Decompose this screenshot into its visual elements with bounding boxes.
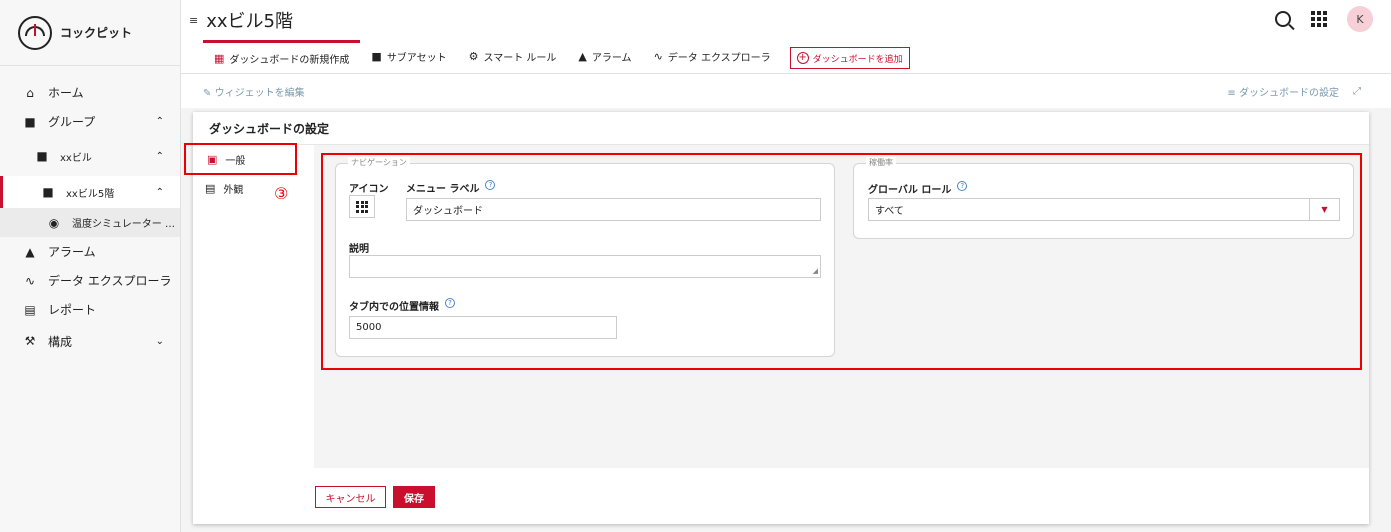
- sidebar-item-home[interactable]: ⌂ ホーム: [0, 78, 180, 107]
- cockpit-logo-icon: [18, 15, 52, 50]
- tab-label: データ エクスプローラ: [667, 53, 771, 64]
- appearance-icon: ▤: [205, 182, 216, 195]
- folder-icon: ■: [24, 114, 36, 129]
- tab-alarms[interactable]: ▲ アラーム: [567, 40, 642, 73]
- bell-icon: ▲: [578, 50, 587, 63]
- sidebar-item-temp-simulator[interactable]: ◉ 温度シミュレーター …: [0, 208, 180, 237]
- sliders-icon: ≡: [1227, 87, 1236, 99]
- gears-icon: ⚙: [468, 50, 479, 63]
- chevron-up-icon[interactable]: ⌃: [156, 187, 164, 198]
- sidebar-item-configuration[interactable]: ⚒ 構成 ⌄: [0, 324, 180, 358]
- save-button[interactable]: 保存: [393, 486, 435, 508]
- dashboard-settings-label: ダッシュボードの設定: [1239, 87, 1339, 99]
- toolbar-right: ≡ ダッシュボードの設定 ⤢: [1227, 84, 1361, 99]
- edit-icon: ✎: [203, 87, 212, 99]
- sidebar-item-label: 構成: [48, 334, 73, 349]
- chevron-up-icon[interactable]: ⌃: [156, 116, 164, 127]
- tab-label: サブアセット: [386, 53, 447, 64]
- sidebar-item-label: データ エクスプローラ: [48, 274, 172, 288]
- dashboard-toolbar: ✎ ウィジェットを編集 ≡ ダッシュボードの設定 ⤢: [181, 74, 1391, 108]
- sidebar-item-building[interactable]: ■ xxビル ⌃: [0, 136, 180, 176]
- tab-label: ダッシュボードの新規作成: [229, 54, 350, 66]
- sidebar-nav: ⌂ ホーム ■ グループ ⌃ ■ xxビル ⌃ ■ xxビル5階 ⌃ ◉ 温度シ…: [0, 66, 180, 358]
- add-dashboard-button[interactable]: + ダッシュボードを追加: [789, 47, 910, 69]
- chevron-up-icon[interactable]: ⌃: [156, 151, 164, 162]
- sidebar-item-data-explorer[interactable]: ∿ データ エクスプローラ: [0, 266, 180, 295]
- folder-icon: ■: [36, 149, 48, 163]
- sidebar-item-label: xxビル5階: [66, 188, 115, 200]
- folder-icon: ■: [371, 50, 382, 63]
- page-title: xxビル5階: [206, 11, 293, 32]
- dashboard-settings-button[interactable]: ≡ ダッシュボードの設定: [1227, 84, 1339, 99]
- tab-sub-assets[interactable]: ■ サブアセット: [360, 40, 457, 73]
- tab-data-explorer[interactable]: ∿ データ エクスプローラ: [643, 40, 782, 73]
- search-icon[interactable]: [1275, 11, 1291, 27]
- sidebar-item-label: xxビル: [60, 152, 92, 164]
- dashboard-grid-icon: ▦: [214, 51, 225, 65]
- add-dashboard-label: ダッシュボードを追加: [812, 54, 903, 65]
- chevron-down-icon[interactable]: ⌄: [156, 336, 164, 347]
- app-name: コックピット: [60, 26, 133, 40]
- wrench-icon: ⚒: [24, 334, 36, 348]
- tab-label: 外観: [223, 185, 244, 196]
- bell-icon: ▲: [25, 244, 35, 259]
- tab-bar: ▦ ダッシュボードの新規作成 ■ サブアセット ⚙ スマート ルール ▲ アラー…: [181, 40, 1391, 74]
- menu-toggle-icon[interactable]: ≡: [189, 14, 198, 27]
- sidebar-item-label: ホーム: [48, 86, 84, 100]
- sidebar-item-label: 温度シミュレーター …: [72, 219, 175, 230]
- tab-label: スマート ルール: [483, 53, 557, 64]
- sidebar-item-alarms[interactable]: ▲ アラーム: [0, 237, 180, 266]
- data-explorer-icon: ∿: [24, 273, 36, 288]
- tab-new-dashboard[interactable]: ▦ ダッシュボードの新規作成: [203, 40, 361, 73]
- sidebar-item-label: レポート: [48, 303, 97, 317]
- annotation-box-settings-form: [321, 153, 1362, 370]
- sidebar-item-label: アラーム: [48, 245, 96, 259]
- tab-smart-rules[interactable]: ⚙ スマート ルール: [458, 40, 568, 73]
- app-logo[interactable]: コックピット: [0, 0, 180, 66]
- annotation-box-general-tab: [184, 143, 297, 175]
- folder-icon: ■: [42, 185, 54, 199]
- tab-label: アラーム: [591, 53, 632, 64]
- settings-side-tabs: ▣ 一般 ▤ 外観: [193, 145, 313, 468]
- header-actions: K: [1275, 6, 1373, 32]
- avatar[interactable]: K: [1347, 6, 1373, 32]
- data-explorer-icon: ∿: [653, 50, 663, 63]
- cancel-button[interactable]: キャンセル: [315, 486, 386, 508]
- app-switcher-icon[interactable]: [1311, 11, 1327, 27]
- plus-circle-icon: +: [796, 52, 809, 64]
- report-icon: ▤: [24, 302, 36, 317]
- sidebar-item-floor5[interactable]: ■ xxビル5階 ⌃: [0, 176, 180, 208]
- annotation-number: ③: [274, 184, 289, 203]
- header: ≡ xxビル5階 K: [181, 0, 1391, 40]
- sidebar: コックピット ⌂ ホーム ■ グループ ⌃ ■ xxビル ⌃ ■ xxビル5階 …: [0, 0, 181, 532]
- sidebar-item-reports[interactable]: ▤ レポート: [0, 295, 180, 324]
- sidebar-item-groups[interactable]: ■ グループ ⌃: [0, 107, 180, 136]
- tab-appearance[interactable]: ▤ 外観: [193, 174, 313, 203]
- edit-widgets-label: ウィジェットを編集: [214, 87, 305, 99]
- sidebar-item-label: グループ: [48, 115, 96, 129]
- fullscreen-icon[interactable]: ⤢: [1353, 86, 1361, 97]
- edit-widgets-button[interactable]: ✎ ウィジェットを編集: [203, 84, 305, 99]
- device-icon: ◉: [48, 215, 60, 230]
- dialog-title: ダッシュボードの設定: [209, 122, 330, 136]
- home-icon: ⌂: [26, 85, 34, 100]
